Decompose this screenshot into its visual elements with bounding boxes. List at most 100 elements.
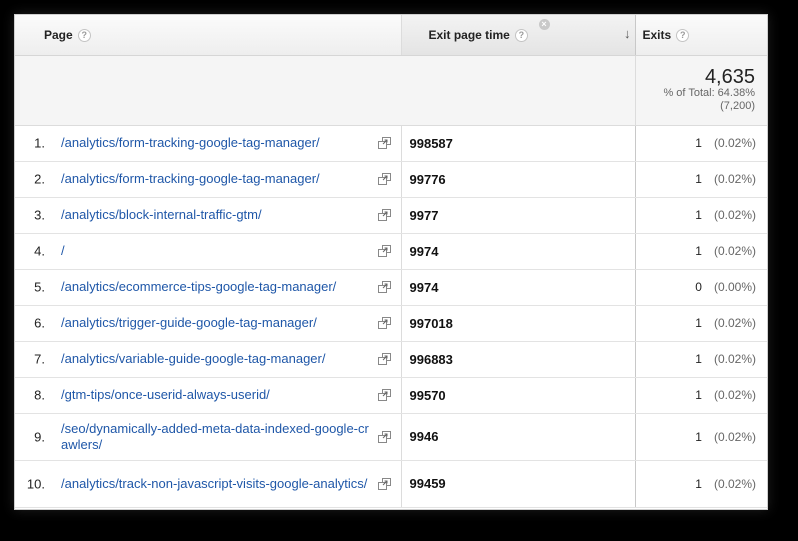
column-header-exit-page-time-label: Exit page time [428, 27, 510, 42]
page-path-link[interactable]: /analytics/ecommerce-tips-google-tag-man… [61, 279, 373, 295]
summary-spacer [15, 55, 636, 126]
exits-count: 1 [695, 388, 702, 402]
exits-total-value: 4,635 [704, 65, 755, 88]
exits-percent: (0.02%) [713, 388, 756, 402]
page-path-link[interactable]: /analytics/form-tracking-google-tag-mana… [61, 171, 373, 187]
row-index: 9. [34, 429, 45, 444]
exits-count: 1 [695, 316, 702, 330]
exits-percent: (0.02%) [713, 316, 756, 330]
exit-page-time-cell: 998587 [401, 125, 636, 162]
help-icon[interactable]: ? [514, 28, 528, 42]
open-external-icon[interactable] [377, 281, 391, 293]
page-path-link[interactable]: /analytics/trigger-guide-google-tag-mana… [61, 315, 373, 331]
page-path-link[interactable]: /analytics/track-non-javascript-visits-g… [61, 476, 373, 492]
exits-percent: (0.02%) [713, 429, 756, 444]
report-table-panel: Page? Exit page time? × ↓ Exits? 4,635 %… [14, 14, 768, 510]
column-header-page-label: Page [44, 27, 73, 42]
open-external-icon[interactable] [377, 389, 391, 401]
exits-percent: (0.00%) [713, 280, 756, 294]
column-header-exit-page-time[interactable]: Exit page time? × ↓ [401, 15, 636, 56]
exit-page-time-cell: 9974 [401, 269, 636, 306]
exits-percent: (0.02%) [713, 172, 756, 186]
row-index: 6. [34, 315, 45, 331]
page-path-link[interactable]: /analytics/block-internal-traffic-gtm/ [61, 207, 373, 223]
page-cell: 2. /analytics/form-tracking-google-tag-ma… [15, 161, 402, 198]
exit-page-time-cell: 99459 [401, 460, 636, 508]
help-icon[interactable]: ? [77, 28, 91, 42]
help-icon[interactable]: ? [676, 28, 690, 42]
exits-cell: 1 (0.02%) [635, 161, 767, 198]
column-header-exits[interactable]: Exits? [635, 15, 767, 56]
open-external-icon[interactable] [377, 477, 391, 490]
row-index: 5. [34, 279, 45, 295]
exits-count: 0 [695, 280, 702, 294]
row-index: 4. [34, 243, 45, 259]
open-external-icon[interactable] [377, 245, 391, 257]
exits-percent-of-total: % of Total: 64.38% [663, 86, 755, 99]
table-row: 1. /analytics/form-tracking-google-tag-ma… [15, 125, 767, 162]
exits-count: 1 [695, 352, 702, 366]
page-cell: 7. /analytics/variable-guide-google-tag-m… [15, 341, 402, 378]
table-row: 5. /analytics/ecommerce-tips-google-tag-m… [15, 269, 767, 306]
exit-page-time-cell: 997018 [401, 305, 636, 342]
exits-site-total: (7,200) [720, 99, 755, 112]
exits-percent: (0.02%) [713, 352, 756, 366]
open-external-icon[interactable] [377, 317, 391, 329]
page-path-link[interactable]: / [61, 243, 373, 259]
exits-percent: (0.02%) [713, 136, 756, 150]
exits-count: 1 [695, 429, 702, 444]
exit-page-time-cell: 9946 [401, 413, 636, 461]
exits-count: 1 [695, 208, 702, 222]
remove-metric-icon[interactable]: × [538, 19, 550, 30]
table-row: 9. /seo/dynamically-added-meta-data-index… [15, 413, 767, 461]
summary-row: 4,635 % of Total: 64.38% (7,200) [15, 55, 767, 126]
row-index: 7. [34, 351, 45, 367]
exits-percent: (0.02%) [713, 208, 756, 222]
table-row: 4. / 9974 1 (0.02%) [15, 233, 767, 270]
open-external-icon[interactable] [377, 137, 391, 149]
exits-cell: 1 (0.02%) [635, 413, 767, 461]
exits-cell: 0 (0.00%) [635, 269, 767, 306]
summary-exits: 4,635 % of Total: 64.38% (7,200) [634, 55, 767, 126]
open-external-icon[interactable] [377, 430, 391, 443]
open-external-icon[interactable] [377, 353, 391, 365]
table-row: 10. /analytics/track-non-javascript-visit… [15, 460, 767, 508]
sort-descending-icon[interactable]: ↓ [624, 26, 631, 41]
page-path-link[interactable]: /analytics/variable-guide-google-tag-man… [61, 351, 373, 367]
row-index: 2. [34, 171, 45, 187]
exits-count: 1 [695, 136, 702, 150]
table-row: 2. /analytics/form-tracking-google-tag-ma… [15, 161, 767, 198]
page-cell: 9. /seo/dynamically-added-meta-data-index… [15, 413, 402, 461]
table-row: 8. /gtm-tips/once-userid-always-userid/99… [15, 377, 767, 414]
page-cell: 1. /analytics/form-tracking-google-tag-ma… [15, 125, 402, 162]
page-cell: 6. /analytics/trigger-guide-google-tag-ma… [15, 305, 402, 342]
row-index: 10. [26, 476, 45, 491]
page-cell: 10. /analytics/track-non-javascript-visit… [15, 460, 402, 508]
exit-page-time-cell: 99570 [401, 377, 636, 414]
open-external-icon[interactable] [377, 209, 391, 221]
exits-cell: 1 (0.02%) [635, 305, 767, 342]
exits-percent: (0.02%) [713, 244, 756, 258]
exits-cell: 1 (0.02%) [635, 197, 767, 234]
exits-cell: 1 (0.02%) [635, 341, 767, 378]
exit-page-time-cell: 996883 [401, 341, 636, 378]
row-index: 1. [34, 135, 45, 151]
table-row: 3. /analytics/block-internal-traffic-gtm/… [15, 197, 767, 234]
page-path-link[interactable]: /gtm-tips/once-userid-always-userid/ [61, 387, 373, 403]
table-row: 6. /analytics/trigger-guide-google-tag-ma… [15, 305, 767, 342]
exit-page-time-cell: 9977 [401, 197, 636, 234]
row-index: 8. [34, 387, 45, 403]
exits-cell: 1 (0.02%) [635, 125, 767, 162]
page-path-link[interactable]: /seo/dynamically-added-meta-data-indexed… [61, 421, 373, 453]
exit-page-time-cell: 99776 [401, 161, 636, 198]
header-row: Page? Exit page time? × ↓ Exits? [15, 15, 767, 56]
page-path-link[interactable]: /analytics/form-tracking-google-tag-mana… [61, 135, 373, 151]
column-header-page[interactable]: Page? [15, 15, 402, 56]
exits-count: 1 [695, 244, 702, 258]
column-header-exits-label: Exits [642, 27, 672, 42]
exits-cell: 1 (0.02%) [635, 233, 767, 270]
table-row: 7. /analytics/variable-guide-google-tag-m… [15, 341, 767, 378]
exits-count: 1 [695, 476, 702, 491]
open-external-icon[interactable] [377, 173, 391, 185]
exits-cell: 1 (0.02%) [635, 377, 767, 414]
